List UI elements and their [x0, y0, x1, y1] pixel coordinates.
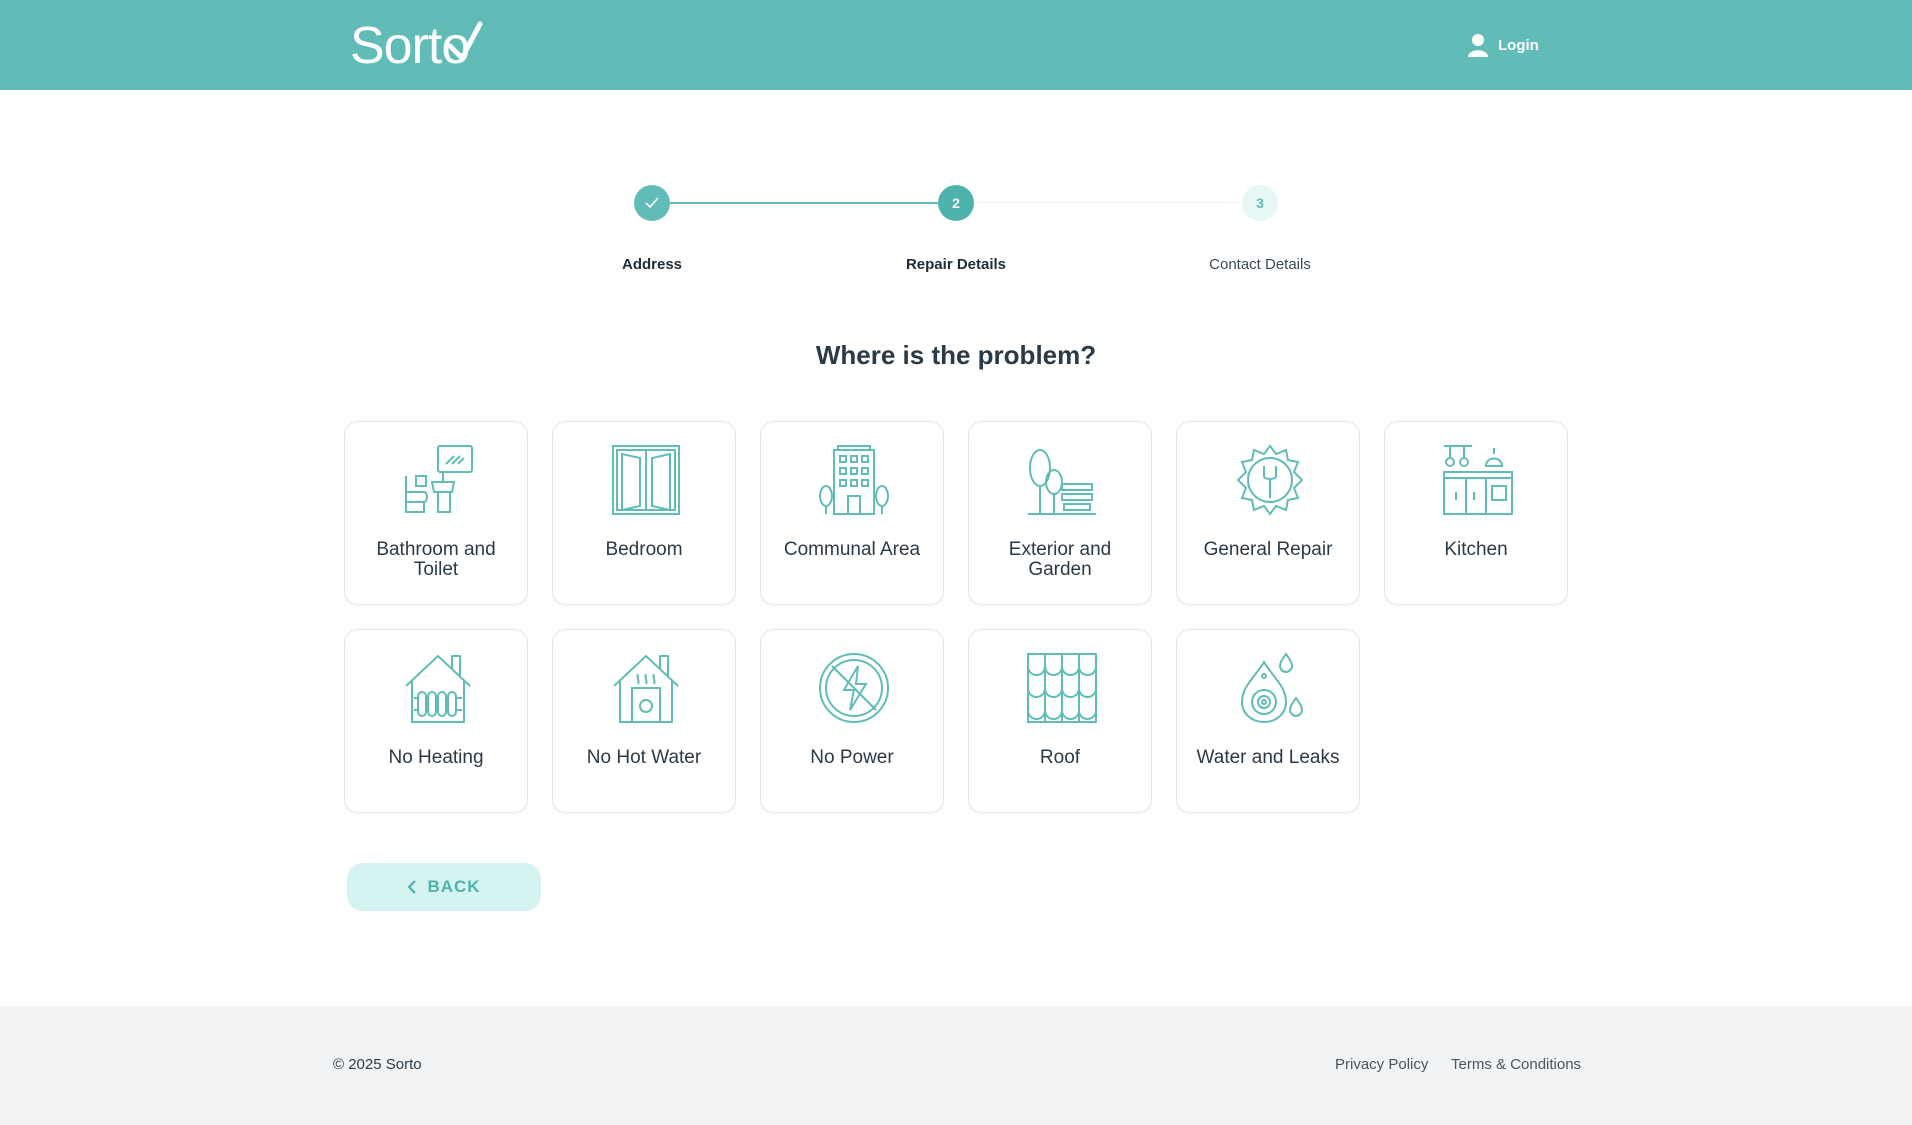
category-label: Water and Leaks — [1196, 747, 1340, 768]
page-footer: © 2025 Sorto Privacy Policy Terms & Cond… — [0, 1006, 1912, 1125]
gear-wrench-icon — [1236, 444, 1304, 516]
category-label: No Hot Water — [586, 747, 702, 768]
category-communal-card[interactable]: Communal Area — [760, 421, 944, 605]
category-no-power-card[interactable]: No Power — [760, 629, 944, 813]
back-label: BACK — [427, 877, 481, 896]
step-line-pending — [974, 202, 1242, 203]
step-contact-label: Contact Details — [1209, 256, 1311, 273]
category-label: Bathroom and Toilet — [376, 539, 496, 580]
category-bedroom-card[interactable]: Bedroom — [552, 421, 736, 605]
kitchen-icon — [1443, 445, 1513, 515]
check-icon — [645, 197, 659, 209]
radiator-house-icon — [405, 654, 471, 723]
user-icon — [1468, 34, 1488, 57]
top-header: Sorto Login — [0, 0, 1912, 90]
category-roof-card[interactable]: Roof — [968, 629, 1152, 813]
category-no-hot-water-card[interactable]: No Hot Water — [552, 629, 736, 813]
step-repair-circle[interactable]: 2 — [938, 185, 974, 221]
step-address-circle[interactable] — [634, 185, 670, 221]
step-repair-label: Repair Details — [905, 256, 1007, 273]
category-bathroom-card[interactable]: Bathroom and Toilet — [344, 421, 528, 605]
roof-tiles-icon — [1027, 653, 1097, 723]
back-button[interactable]: BACK — [347, 863, 541, 911]
page-title: Where is the problem? — [815, 340, 1097, 370]
category-label: Bedroom — [605, 539, 683, 560]
logo-check-icon — [447, 21, 483, 63]
progress-stepper: 2 3 Address Repair Details Contact Detai… — [600, 180, 1311, 280]
chevron-left-icon — [407, 880, 417, 894]
category-exterior-card[interactable]: Exterior and Garden — [968, 421, 1152, 605]
category-label: Exterior and Garden — [1008, 539, 1112, 580]
building-icon — [819, 445, 889, 515]
login-button[interactable]: Login — [1468, 30, 1539, 60]
category-kitchen-card[interactable]: Kitchen — [1384, 421, 1568, 605]
bedroom-window-icon — [612, 445, 680, 515]
water-drop-icon — [1240, 652, 1304, 724]
category-label: No Power — [810, 747, 894, 768]
category-general-card[interactable]: General Repair — [1176, 421, 1360, 605]
category-no-heating-card[interactable]: No Heating — [344, 629, 528, 813]
privacy-policy-link[interactable]: Privacy Policy — [1335, 1056, 1428, 1073]
terms-link[interactable]: Terms & Conditions — [1451, 1056, 1581, 1073]
category-label: No Heating — [388, 747, 484, 768]
step-line-complete — [652, 202, 938, 204]
category-label: Communal Area — [783, 539, 921, 560]
category-label: General Repair — [1203, 539, 1333, 560]
no-power-icon — [819, 653, 889, 723]
category-water-card[interactable]: Water and Leaks — [1176, 629, 1360, 813]
copyright-text: © 2025 Sorto — [333, 1056, 422, 1073]
category-label: Kitchen — [1444, 539, 1508, 560]
boiler-house-icon — [613, 654, 679, 723]
step-contact-circle[interactable]: 3 — [1242, 185, 1278, 221]
bathroom-icon — [405, 445, 473, 513]
garden-icon — [1028, 449, 1096, 515]
sorto-logo[interactable]: Sorto — [350, 18, 485, 74]
login-label: Login — [1498, 36, 1539, 54]
category-label: Roof — [1039, 747, 1081, 768]
step-address-label: Address — [621, 256, 683, 273]
